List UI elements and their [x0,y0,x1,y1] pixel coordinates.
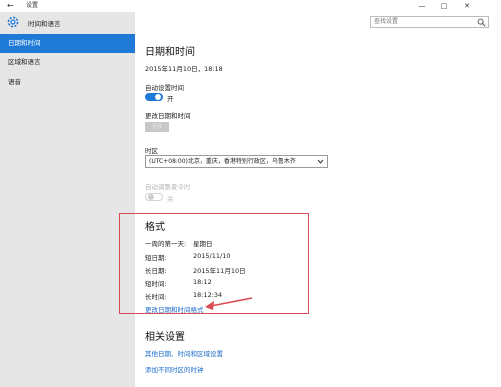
auto-time-toggle[interactable] [145,93,163,101]
toggle-knob [155,94,161,100]
auto-time-label: 自动设置时间 [145,84,184,92]
toggle-knob [148,194,154,200]
window-title: 设置 [26,2,39,9]
sidebar-item-speech[interactable]: 语音 [0,73,135,92]
close-button[interactable]: ✕ [460,0,474,12]
related-settings-title: 相关设置 [145,332,185,343]
back-arrow-icon[interactable]: ← [7,0,14,12]
auto-dst-label: 自动调整夏令时 [145,183,191,191]
annotation-highlight-box [119,213,309,314]
timezone-value: (UTC+08:00)北京，重庆，香港特别行政区，乌鲁木齐 [149,158,296,165]
gear-icon [7,16,19,28]
sidebar-item-region-language[interactable]: 区域和语言 [0,53,135,72]
current-datetime: 2015年11月10日，18:18 [145,65,223,73]
sidebar: 时间和语言 日期和时间 区域和语言 语音 [0,12,135,387]
maximize-button[interactable]: □ [437,0,451,12]
page-title: 日期和时间 [145,47,195,58]
main-content: 日期和时间 2015年11月10日，18:18 自动设置时间 开 更改日期和时间… [135,12,501,387]
sidebar-header[interactable]: 时间和语言 [6,15,131,31]
minimize-button[interactable]: — [415,0,429,12]
timezone-label: 时区 [145,147,158,155]
sidebar-item-date-time[interactable]: 日期和时间 [0,34,135,53]
related-link-other-settings[interactable]: 其他日期、时间和区域设置 [145,348,223,358]
sidebar-item-label: 区域和语言 [8,58,41,66]
sidebar-header-label: 时间和语言 [28,20,61,28]
related-link-add-clocks[interactable]: 添加不同时区的时钟 [145,364,204,374]
change-datetime-label: 更改日期和时间 [145,112,191,120]
title-bar: ← 设置 — □ ✕ [0,0,501,12]
auto-time-state: 开 [167,95,174,103]
sidebar-item-label: 语音 [8,78,21,86]
auto-dst-state: 关 [167,195,174,203]
timezone-select[interactable]: (UTC+08:00)北京，重庆，香港特别行政区，乌鲁木齐 [145,155,328,168]
chevron-down-icon [317,159,324,164]
sidebar-item-label: 日期和时间 [8,39,41,47]
auto-dst-toggle[interactable] [145,193,163,201]
change-datetime-button[interactable]: 更改 [145,122,169,132]
